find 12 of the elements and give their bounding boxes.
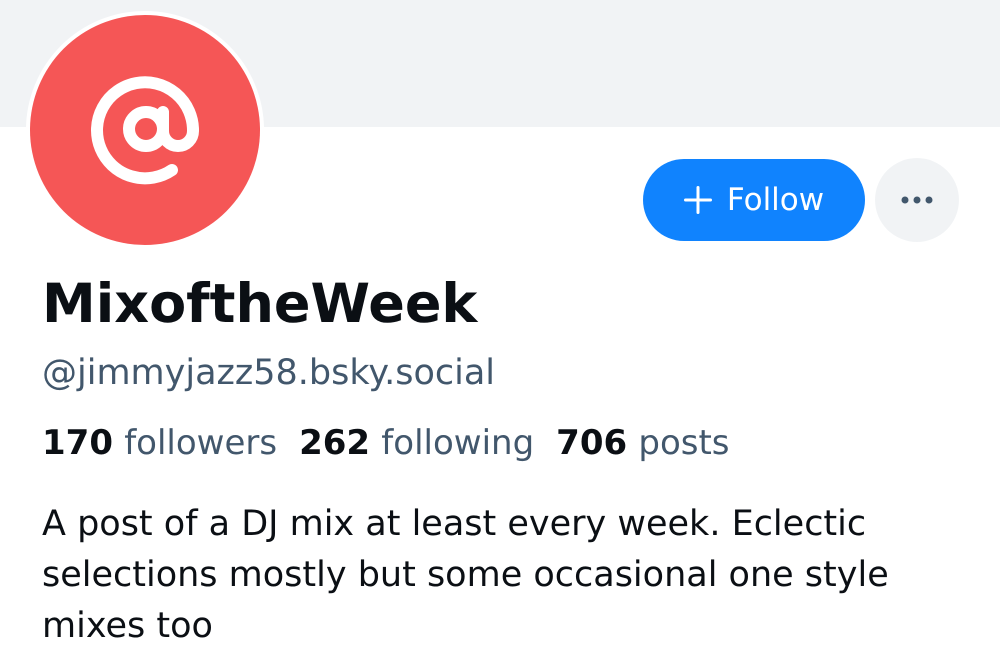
stat-label: followers — [124, 422, 278, 465]
stat-count: 170 — [42, 422, 113, 465]
stat-label: following — [381, 422, 534, 465]
stat-count: 706 — [556, 422, 628, 465]
follow-button[interactable]: Follow — [643, 159, 865, 241]
profile-handle: @jimmyjazz58.bsky.social — [42, 352, 496, 395]
ellipsis-icon — [901, 196, 933, 204]
plus-icon — [684, 186, 712, 214]
stat-count: 262 — [299, 422, 370, 465]
stat-label: posts — [638, 422, 730, 465]
bio-text: A post of a DJ mix at least every week. Eclectic selections mostly but some occasional one style mixes too — [42, 503, 890, 648]
display-name: MixoftheWeek — [42, 272, 480, 336]
